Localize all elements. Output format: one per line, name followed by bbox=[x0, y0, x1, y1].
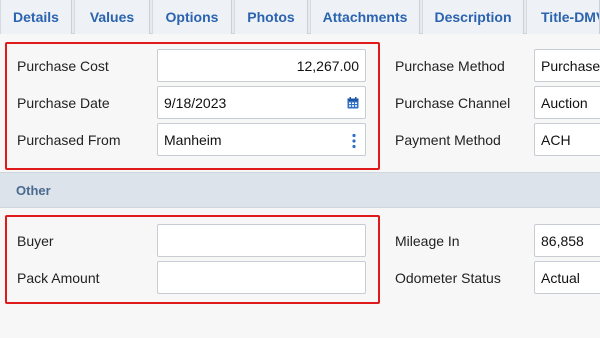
purchased-from-label: Purchased From bbox=[17, 132, 121, 148]
other-section-header[interactable]: Other bbox=[0, 172, 600, 208]
purchase-cost-label: Purchase Cost bbox=[17, 58, 109, 74]
calendar-icon[interactable] bbox=[347, 97, 359, 109]
payment-method-label: Payment Method bbox=[395, 132, 501, 148]
mileage-in-input[interactable]: 86,858 bbox=[534, 224, 600, 257]
more-options-icon[interactable] bbox=[352, 133, 356, 149]
tab-values[interactable]: Values bbox=[74, 0, 150, 34]
buyer-input[interactable] bbox=[157, 224, 366, 257]
tab-photos[interactable]: Photos bbox=[234, 0, 308, 34]
buyer-label: Buyer bbox=[17, 233, 54, 249]
purchase-cost-input[interactable]: 12,267.00 bbox=[157, 49, 366, 82]
pack-amount-label: Pack Amount bbox=[17, 270, 100, 286]
purchase-method-label: Purchase Method bbox=[395, 58, 505, 74]
purchase-date-label: Purchase Date bbox=[17, 95, 110, 111]
pack-amount-input[interactable] bbox=[157, 261, 366, 294]
odometer-status-label: Odometer Status bbox=[395, 270, 501, 286]
purchase-date-value: 9/18/2023 bbox=[164, 94, 227, 111]
tab-attachments[interactable]: Attachments bbox=[310, 0, 420, 34]
odometer-status-select[interactable]: Actual bbox=[534, 261, 600, 294]
purchase-method-select[interactable]: Purchase f bbox=[534, 49, 600, 82]
tab-details[interactable]: Details bbox=[0, 0, 72, 34]
tab-bar: Details Values Options Photos Attachment… bbox=[0, 0, 600, 34]
purchased-from-value: Manheim bbox=[164, 131, 222, 148]
mileage-in-label: Mileage In bbox=[395, 233, 460, 249]
tab-options[interactable]: Options bbox=[152, 0, 232, 34]
purchased-from-input[interactable]: Manheim bbox=[157, 123, 366, 156]
purchase-date-input[interactable]: 9/18/2023 bbox=[157, 86, 366, 119]
payment-method-select[interactable]: ACH bbox=[534, 123, 600, 156]
tab-title-dmv[interactable]: Title-DMV bbox=[526, 0, 600, 34]
section-title: Other bbox=[16, 183, 51, 198]
purchase-channel-select[interactable]: Auction bbox=[534, 86, 600, 119]
tab-description[interactable]: Description bbox=[422, 0, 524, 34]
purchase-channel-label: Purchase Channel bbox=[395, 95, 511, 111]
